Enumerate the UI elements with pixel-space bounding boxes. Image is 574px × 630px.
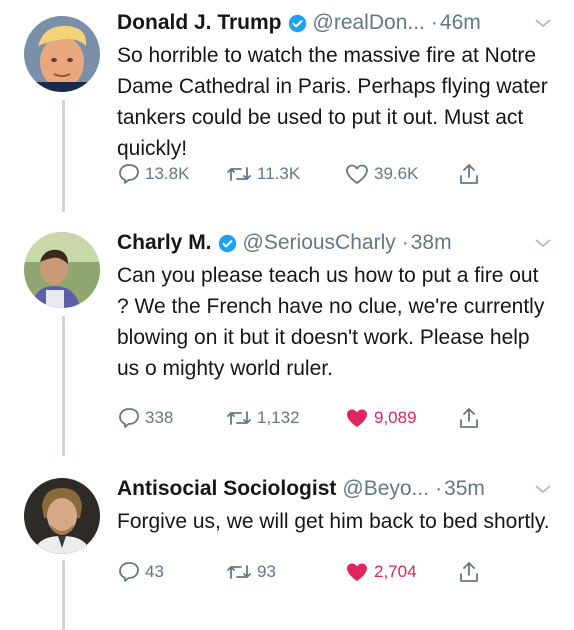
retweet-icon [227,565,251,579]
reply-count: 338 [145,408,174,427]
chevron-down-icon[interactable] [534,17,552,29]
like-count: 2,704 [374,562,417,581]
avatar[interactable] [24,232,100,308]
tweet-text: Forgive us, we will get him back to bed … [117,510,550,533]
timestamp[interactable]: 35m [444,477,485,501]
separator-dot: · [435,477,443,500]
like-button[interactable]: 2,704 [344,560,417,584]
verified-badge-icon [288,14,306,32]
reply-icon [119,562,139,582]
verified-badge-icon [218,234,236,252]
share-icon [460,164,478,184]
avatar[interactable] [24,478,100,554]
tweet[interactable]: Charly M. @SeriousCharly · 38m Can you p… [0,222,574,462]
handle[interactable]: @SeriousCharly [243,231,396,255]
share-icon [460,408,478,428]
display-name[interactable]: Donald J. Trump [117,11,282,35]
retweet-count: 11.3K [257,164,301,183]
reply-count: 13.8K [145,164,190,183]
timestamp[interactable]: 46m [440,11,481,35]
handle[interactable]: @realDon... [313,11,425,35]
share-icon [460,562,478,582]
reply-button[interactable]: 43 [117,560,164,584]
retweet-button[interactable]: 11.3K [225,162,300,186]
tweet[interactable]: Donald J. Trump @realDon... · 46m So hor… [0,0,574,215]
reply-button[interactable]: 13.8K [117,162,189,186]
retweet-button[interactable]: 93 [225,560,276,584]
like-count: 39.6K [374,164,419,183]
timestamp[interactable]: 38m [411,231,452,255]
share-button[interactable] [458,406,480,430]
retweet-icon [227,167,251,181]
display-name[interactable]: Antisocial Sociologist [117,477,336,501]
tweet-text: Can you please teach us how to put a fir… [117,264,545,380]
reply-count: 43 [145,562,164,581]
tweet-header: Charly M. @SeriousCharly · 38m [117,226,552,260]
display-name[interactable]: Charly M. [117,231,212,255]
avatar[interactable] [24,16,100,92]
tweet-header: Antisocial Sociologist @Beyo... · 35m [117,472,552,506]
like-icon [346,164,368,184]
tweet-header: Donald J. Trump @realDon... · 46m [117,6,552,40]
like-icon [347,409,367,427]
reply-button[interactable]: 338 [117,406,173,430]
tweet[interactable]: Antisocial Sociologist @Beyo... · 35m Fo… [0,468,574,630]
separator-dot: · [401,231,409,254]
like-count: 9,089 [374,408,417,427]
share-button[interactable] [458,162,480,186]
reply-icon [119,164,139,184]
tweet-text: So horrible to watch the massive fire at… [117,44,548,160]
like-icon [347,563,367,581]
reply-icon [119,408,139,428]
retweet-icon [227,411,251,425]
retweet-button[interactable]: 1,132 [225,406,300,430]
like-button[interactable]: 9,089 [344,406,417,430]
handle[interactable]: @Beyo... [342,477,429,501]
like-button[interactable]: 39.6K [344,162,418,186]
chevron-down-icon[interactable] [534,483,552,495]
share-button[interactable] [458,560,480,584]
retweet-count: 93 [257,562,276,581]
separator-dot: · [430,11,438,34]
chevron-down-icon[interactable] [534,237,552,249]
retweet-count: 1,132 [257,408,300,427]
